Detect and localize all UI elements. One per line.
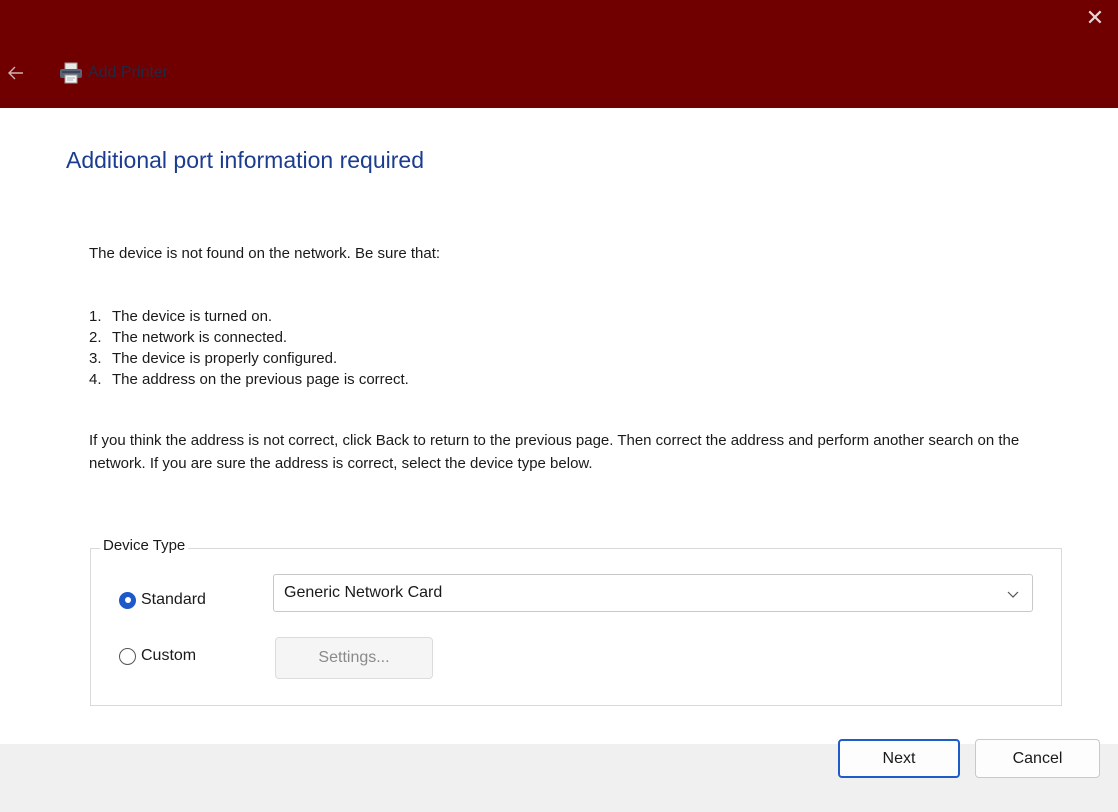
chevron-down-icon xyxy=(1007,591,1019,598)
nav-row: Add Printer xyxy=(0,58,168,88)
standard-radio-button[interactable] xyxy=(119,591,136,609)
printer-icon xyxy=(58,60,84,86)
list-number: 4. xyxy=(89,371,102,388)
cancel-button[interactable]: Cancel xyxy=(975,739,1100,778)
standard-device-value: Generic Network Card xyxy=(284,584,443,601)
intro-text: The device is not found on the network. … xyxy=(89,245,441,262)
title-bar: ✕ Add Printer xyxy=(0,0,1118,108)
page-heading: Additional port information required xyxy=(66,147,424,173)
close-icon: ✕ xyxy=(1085,5,1105,30)
window-title: Add Printer xyxy=(88,64,169,81)
checklist: 1. The device is turned on. 2. The network… xyxy=(89,306,409,390)
back-arrow-icon xyxy=(8,66,23,80)
list-text: The device is turned on. xyxy=(112,308,273,325)
close-button[interactable]: ✕ xyxy=(1072,0,1118,36)
standard-radio-label: Standard xyxy=(141,591,206,608)
back-button[interactable] xyxy=(0,58,36,88)
custom-radio-option[interactable]: Custom xyxy=(119,647,196,665)
list-text: The device is properly configured. xyxy=(112,350,338,367)
standard-radio-option[interactable]: Standard xyxy=(119,591,206,609)
device-type-legend: Device Type xyxy=(100,537,189,554)
list-item: 2. The network is connected. xyxy=(89,327,409,348)
list-item: 3. The device is properly configured. xyxy=(89,348,409,369)
custom-radio-label: Custom xyxy=(141,647,197,664)
list-number: 3. xyxy=(89,350,102,367)
list-item: 4. The address on the previous page is co… xyxy=(89,369,409,390)
custom-radio-button[interactable] xyxy=(119,647,136,665)
list-number: 1. xyxy=(89,308,102,325)
list-item: 1. The device is turned on. xyxy=(89,306,409,327)
standard-device-select[interactable]: Generic Network Card xyxy=(273,574,1033,612)
add-printer-window: ✕ Add Printer Additional port informatio… xyxy=(0,0,1118,812)
list-number: 2. xyxy=(89,329,102,346)
settings-button[interactable]: Settings... xyxy=(275,637,433,679)
list-text: The address on the previous page is corr… xyxy=(112,371,409,388)
explanation-text: If you think the address is not correct,… xyxy=(89,432,1020,472)
next-button[interactable]: Next xyxy=(838,739,960,778)
list-text: The network is connected. xyxy=(112,329,288,346)
device-type-group xyxy=(90,548,1062,706)
